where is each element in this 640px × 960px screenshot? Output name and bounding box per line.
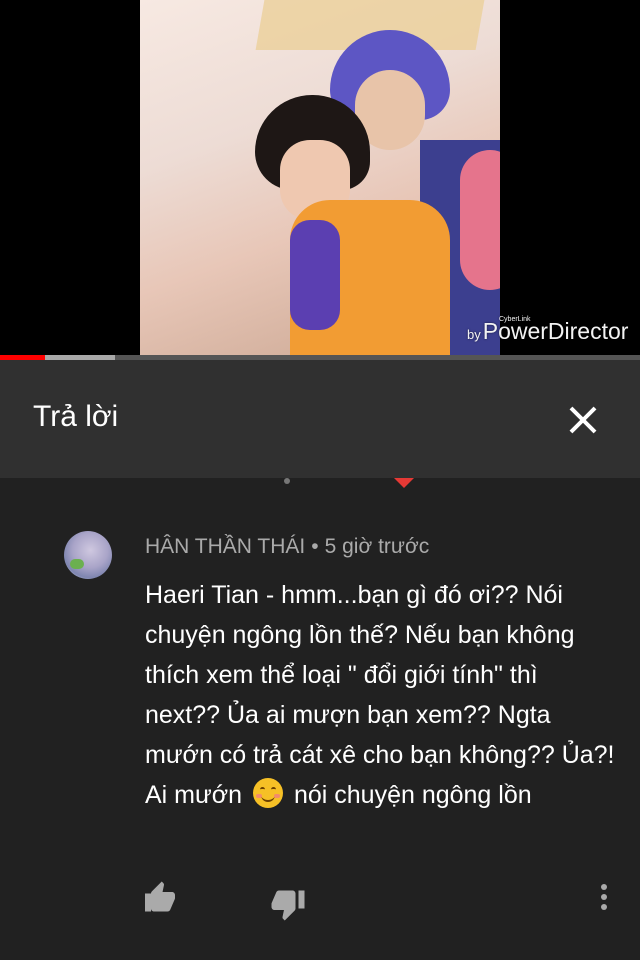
comment-text-1: hmm...bạn gì đó ơi?? Nói chuyện ngông lồ… <box>145 581 615 809</box>
comment-text-2: nói chuyện ngông lồn <box>293 781 532 809</box>
dislike-button[interactable] <box>270 886 306 927</box>
close-icon[interactable] <box>562 398 606 442</box>
more-options-icon[interactable] <box>596 884 612 916</box>
indicator-icon <box>394 478 414 488</box>
comment-body: Haeri Tian - hmm...bạn gì đó ơi?? Nói ch… <box>145 575 615 815</box>
thumbs-up-icon <box>145 881 175 912</box>
like-button[interactable] <box>142 880 178 921</box>
thumbs-down-icon <box>271 890 305 921</box>
powerdirector-watermark: by CyberLink PowerDirector <box>467 316 629 344</box>
page-title: Trả lời <box>33 400 119 433</box>
meta-separator: • <box>311 535 319 558</box>
comment-time: 5 giờ trước <box>324 535 430 558</box>
video-player[interactable]: by CyberLink PowerDirector <box>0 0 640 360</box>
replies-header: Trả lời <box>0 360 640 478</box>
video-frame <box>140 0 500 358</box>
peek-icon <box>284 478 290 484</box>
author-name[interactable]: HÂN THẦN THÁI <box>145 535 305 558</box>
mention-link[interactable]: Haeri Tian - <box>145 581 274 609</box>
avatar[interactable] <box>64 531 112 579</box>
comment-meta: HÂN THẦN THÁI • 5 giờ trước <box>145 535 429 559</box>
smiling-face-icon <box>253 778 283 808</box>
